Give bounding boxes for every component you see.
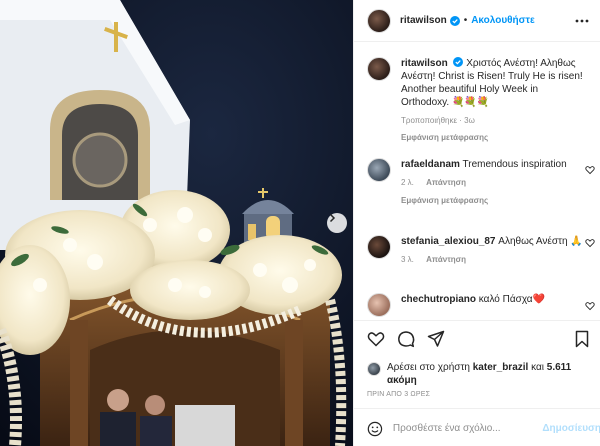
heart-icon[interactable] (367, 330, 385, 348)
comment-like-icon[interactable] (585, 238, 595, 248)
comment-avatar[interactable] (367, 293, 391, 317)
caption-emojis: 💐💐💐 (451, 97, 490, 108)
header-dot-separator: • (463, 15, 468, 26)
post-timestamp[interactable]: ΠΡΙΝ ΑΠΟ 3 ΩΡΕΣ (367, 391, 430, 398)
action-buttons (367, 330, 445, 348)
post-photo (0, 0, 353, 446)
comment-avatar[interactable] (367, 235, 391, 259)
reply-button[interactable]: Απάντηση (426, 255, 466, 264)
epitaphios-photo (0, 0, 353, 446)
reply-button[interactable]: Απάντηση (426, 178, 466, 187)
comment-body: chechutropiano καλό Πάσχα❤️ (401, 293, 586, 317)
next-photo-button[interactable] (327, 213, 347, 233)
comment-text: Tremendous inspiration (462, 159, 567, 170)
comment-body: rafaeldanam Tremendous inspiration 2 λ. … (401, 158, 586, 207)
verified-icon (453, 57, 464, 67)
comment-username[interactable]: stefania_alexiou_87 (401, 236, 496, 247)
publish-button[interactable]: Δημοσίευση (542, 423, 600, 434)
likes-count[interactable]: 5.611 (547, 362, 571, 373)
comment-body: stefania_alexiou_87 Αληθως Ανέστη 🙏 3 λ.… (401, 235, 586, 266)
comment-text: Αληθως Ανέστη 🙏 (498, 236, 583, 247)
share-icon[interactable] (427, 330, 445, 348)
comment-time: 2 λ. (401, 178, 414, 187)
comment-like-icon[interactable] (585, 301, 595, 311)
comment-like-icon[interactable] (585, 165, 595, 175)
comment-username[interactable]: chechutropiano (401, 294, 476, 305)
comments-list[interactable]: ritawilson Χριστός Ανέστη! Αληθως Ανέστη… (354, 43, 600, 319)
add-comment-bar: Δημοσίευση (354, 408, 600, 446)
author-avatar[interactable] (367, 8, 391, 33)
post-header: ritawilson • Ακολουθήστε (354, 0, 600, 42)
caption-username[interactable]: ritawilson (401, 58, 448, 69)
comment-item: stefania_alexiou_87 Αληθως Ανέστη 🙏 3 λ.… (367, 235, 586, 266)
comment-text: καλό Πάσχα❤️ (478, 294, 546, 305)
author-username[interactable]: ritawilson (400, 15, 447, 26)
likes-text[interactable]: Αρέσει στο χρήστη kater_brazil και 5.611… (387, 361, 571, 387)
comment-item: chechutropiano καλό Πάσχα❤️ (367, 293, 586, 317)
add-comment-input[interactable] (392, 423, 535, 434)
follow-button[interactable]: Ακολουθήστε (471, 15, 535, 26)
comment-avatar[interactable] (367, 158, 391, 182)
more-icon[interactable] (575, 14, 589, 28)
caption-body: ritawilson Χριστός Ανέστη! Αληθως Ανέστη… (401, 57, 586, 144)
verified-icon (449, 15, 460, 26)
post-side-panel: ritawilson • Ακολουθήστε ritawilson Χρισ… (353, 0, 600, 446)
comment-meta: 3 λ. Απάντηση (401, 253, 586, 266)
likes-summary: Αρέσει στο χρήστη kater_brazil και 5.611… (367, 361, 592, 387)
caption-meta: Τροποποιήθηκε · 3ω (401, 116, 475, 125)
likes-middle: και (528, 362, 547, 373)
liker-avatar[interactable] (367, 362, 381, 376)
liker-username[interactable]: kater_brazil (473, 362, 529, 373)
comment-username[interactable]: rafaeldanam (401, 159, 460, 170)
comment-item: rafaeldanam Tremendous inspiration 2 λ. … (367, 158, 586, 207)
bookmark-icon[interactable] (573, 330, 591, 348)
comment-icon[interactable] (397, 330, 415, 348)
next-arrow-icon (329, 213, 336, 223)
likes-prefix: Αρέσει στο χρήστη (387, 362, 473, 373)
comment-meta: 2 λ. Απάντηση (401, 176, 586, 189)
comment-time: 3 λ. (401, 255, 414, 264)
likes-suffix[interactable]: ακόμη (387, 375, 417, 386)
caption: ritawilson Χριστός Ανέστη! Αληθως Ανέστη… (367, 57, 586, 144)
see-translation-link[interactable]: Εμφάνιση μετάφρασης (401, 194, 586, 207)
see-translation-link[interactable]: Εμφάνιση μετάφρασης (401, 131, 586, 144)
caption-avatar[interactable] (367, 57, 391, 81)
emoji-icon[interactable] (367, 420, 383, 438)
post-actions: Αρέσει στο χρήστη kater_brazil και 5.611… (354, 320, 600, 446)
